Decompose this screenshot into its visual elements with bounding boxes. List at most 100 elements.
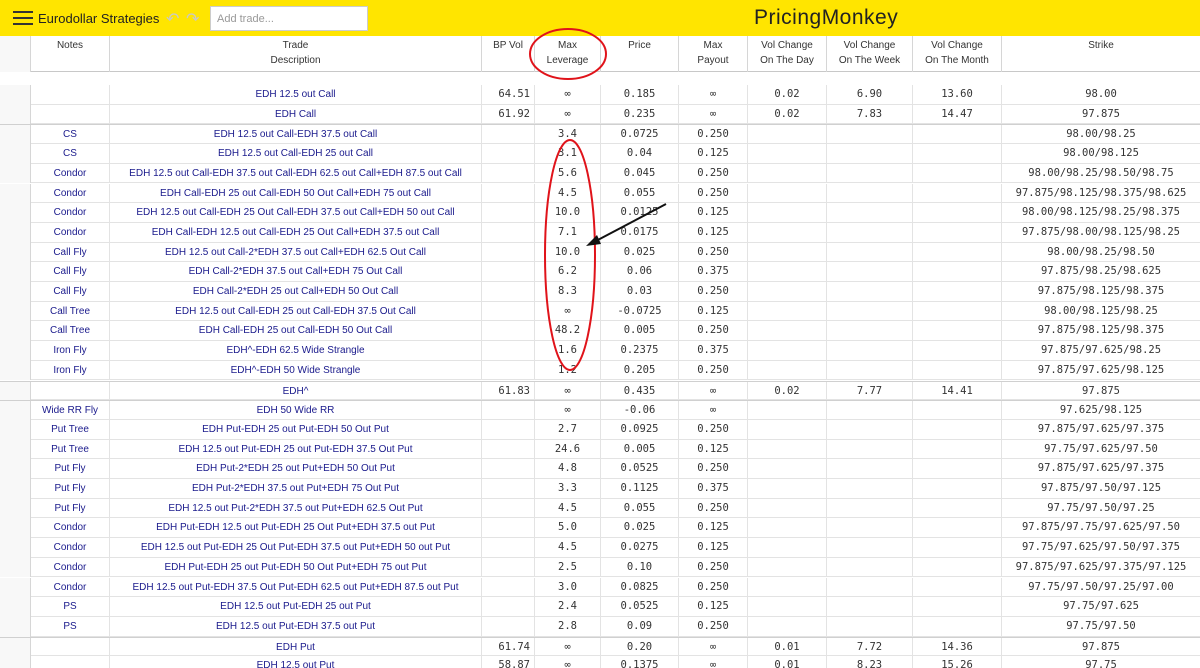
notes-cell[interactable]: Put Tree <box>31 439 110 460</box>
table-row[interactable]: Iron Fly EDH^-EDH 62.5 Wide Strangle 1.6 0.… <box>0 341 1200 361</box>
price-cell[interactable]: 0.0175 <box>601 222 679 243</box>
vol-change-month-cell[interactable] <box>913 439 1002 460</box>
header-vol-change-day[interactable]: Vol Change On The Day <box>748 36 827 72</box>
vol-change-day-cell[interactable] <box>748 144 827 164</box>
description-cell[interactable]: EDH Call-EDH 25 out Call-EDH 50 Out Call <box>110 321 482 342</box>
vol-change-day-cell[interactable] <box>748 262 827 282</box>
strike-cell[interactable]: 97.75/97.625 <box>1002 597 1200 617</box>
strike-cell[interactable]: 97.875/97.625/98.25 <box>1002 341 1200 361</box>
bp-vol-cell[interactable] <box>482 518 535 539</box>
row-number-cell[interactable] <box>0 637 31 658</box>
price-cell[interactable]: 0.045 <box>601 163 679 184</box>
max-payout-cell[interactable]: 0.250 <box>679 183 748 204</box>
vol-change-day-cell[interactable] <box>748 439 827 460</box>
max-payout-cell[interactable]: 0.125 <box>679 203 748 223</box>
vol-change-week-cell[interactable] <box>827 439 913 460</box>
price-cell[interactable]: 0.04 <box>601 144 679 164</box>
notes-cell[interactable]: Condor <box>31 557 110 578</box>
bp-vol-cell[interactable]: 61.83 <box>482 381 535 402</box>
row-number-cell[interactable] <box>0 125 31 146</box>
price-cell[interactable]: 0.0525 <box>601 459 679 479</box>
header-vol-change-month[interactable]: Vol Change On The Month <box>913 36 1002 72</box>
max-payout-cell[interactable]: 0.250 <box>679 498 748 519</box>
description-cell[interactable]: EDH Call-EDH 12.5 out Call-EDH 25 Out Ca… <box>110 222 482 243</box>
max-payout-cell[interactable]: 0.125 <box>679 439 748 460</box>
notes-cell[interactable]: Put Fly <box>31 459 110 479</box>
price-cell[interactable]: 0.10 <box>601 557 679 578</box>
notes-cell[interactable]: Put Fly <box>31 479 110 499</box>
bp-vol-cell[interactable] <box>482 616 535 637</box>
row-number-cell[interactable] <box>0 656 31 668</box>
header-trade-description[interactable]: Trade Description <box>110 36 482 72</box>
notes-cell[interactable]: PS <box>31 616 110 637</box>
price-cell[interactable]: 0.185 <box>601 85 679 105</box>
price-cell[interactable]: 0.055 <box>601 498 679 519</box>
vol-change-month-cell[interactable] <box>913 341 1002 361</box>
description-cell[interactable]: EDH Put-EDH 12.5 out Put-EDH 25 Out Put+… <box>110 518 482 539</box>
max-payout-cell[interactable]: ∞ <box>679 381 748 402</box>
undo-icon[interactable]: ↶ <box>166 9 179 29</box>
vol-change-month-cell[interactable] <box>913 163 1002 184</box>
vol-change-day-cell[interactable]: 0.02 <box>748 104 827 125</box>
strike-cell[interactable]: 98.00/98.125/98.25 <box>1002 302 1200 322</box>
price-cell[interactable]: 0.1125 <box>601 479 679 499</box>
table-row[interactable]: Condor EDH 12.5 out Call-EDH 25 Out Call-… <box>0 203 1200 223</box>
row-number-cell[interactable] <box>0 518 31 539</box>
row-number-cell[interactable] <box>0 577 31 598</box>
vol-change-month-cell[interactable] <box>913 360 1002 381</box>
bp-vol-cell[interactable] <box>482 203 535 223</box>
bp-vol-cell[interactable] <box>482 262 535 282</box>
notes-cell[interactable]: Condor <box>31 222 110 243</box>
strike-cell[interactable]: 98.00/98.25/98.50/98.75 <box>1002 164 1200 184</box>
max-leverage-cell[interactable]: 4.5 <box>535 538 601 558</box>
vol-change-month-cell[interactable]: 15.26 <box>913 656 1002 668</box>
table-row[interactable]: Wide RR Fly EDH 50 Wide RR ∞ -0.06 ∞ 97.625/9… <box>0 400 1200 421</box>
description-cell[interactable]: EDH 12.5 out Call-EDH 37.5 out Call <box>110 125 482 146</box>
vol-change-day-cell[interactable]: 0.01 <box>748 656 827 668</box>
max-leverage-cell[interactable]: 4.5 <box>535 183 601 204</box>
max-leverage-cell[interactable]: ∞ <box>535 381 601 402</box>
max-payout-cell[interactable]: 0.125 <box>679 597 748 617</box>
description-cell[interactable]: EDH Call-2*EDH 25 out Call+EDH 50 Out Ca… <box>110 282 482 302</box>
vol-change-week-cell[interactable] <box>827 163 913 184</box>
strike-cell[interactable]: 98.00/98.125 <box>1002 144 1200 164</box>
notes-cell[interactable]: Call Fly <box>31 262 110 282</box>
strike-cell[interactable]: 97.75/97.50/97.25/97.00 <box>1002 578 1200 598</box>
vol-change-week-cell[interactable] <box>827 419 913 440</box>
vol-change-week-cell[interactable] <box>827 341 913 361</box>
vol-change-week-cell[interactable] <box>827 616 913 637</box>
row-number-cell[interactable] <box>0 538 31 558</box>
table-row[interactable]: Put Tree EDH 12.5 out Put-EDH 25 out Put-… <box>0 439 1200 460</box>
vol-change-week-cell[interactable] <box>827 144 913 164</box>
vol-change-month-cell[interactable] <box>913 577 1002 598</box>
description-cell[interactable]: EDH Put <box>110 637 482 658</box>
description-cell[interactable]: EDH 50 Wide RR <box>110 401 482 421</box>
vol-change-day-cell[interactable] <box>748 498 827 519</box>
bp-vol-cell[interactable] <box>482 419 535 440</box>
row-number-cell[interactable] <box>0 479 31 499</box>
vol-change-week-cell[interactable] <box>827 321 913 342</box>
description-cell[interactable]: EDH 12.5 out Put-EDH 25 Out Put-EDH 37.5… <box>110 538 482 558</box>
header-max-leverage[interactable]: Max Leverage <box>535 36 601 72</box>
table-row[interactable]: Condor EDH 12.5 out Put-EDH 25 Out Put-ED… <box>0 538 1200 558</box>
max-payout-cell[interactable]: 0.250 <box>679 282 748 302</box>
vol-change-month-cell[interactable] <box>913 616 1002 637</box>
vol-change-month-cell[interactable] <box>913 557 1002 578</box>
max-leverage-cell[interactable]: 5.6 <box>535 163 601 184</box>
table-row[interactable]: Put Fly EDH 12.5 out Put-2*EDH 37.5 out P… <box>0 498 1200 519</box>
vol-change-day-cell[interactable] <box>748 341 827 361</box>
bp-vol-cell[interactable] <box>482 577 535 598</box>
vol-change-day-cell[interactable] <box>748 360 827 381</box>
table-row[interactable]: Call Fly EDH Call-2*EDH 37.5 out Call+EDH… <box>0 262 1200 282</box>
row-number-cell[interactable] <box>0 222 31 243</box>
notes-cell[interactable]: Wide RR Fly <box>31 401 110 421</box>
table-row[interactable]: CS EDH 12.5 out Call-EDH 25 out Call 3.1 0.… <box>0 144 1200 164</box>
table-row[interactable]: Call Tree EDH Call-EDH 25 out Call-EDH 50… <box>0 321 1200 342</box>
vol-change-week-cell[interactable] <box>827 262 913 282</box>
max-leverage-cell[interactable]: 2.8 <box>535 616 601 637</box>
row-number-cell[interactable] <box>0 203 31 223</box>
price-cell[interactable]: 0.0725 <box>601 125 679 146</box>
description-cell[interactable]: EDH Call-2*EDH 37.5 out Call+EDH 75 Out … <box>110 262 482 282</box>
notes-cell[interactable] <box>31 637 110 658</box>
table-row[interactable]: Put Fly EDH Put-2*EDH 37.5 out Put+EDH 75… <box>0 479 1200 499</box>
